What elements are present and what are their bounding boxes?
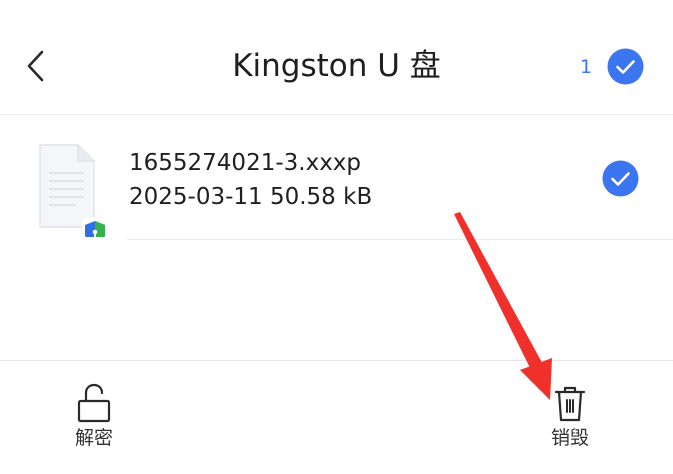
page-title: Kingston U 盘 (232, 48, 441, 84)
unlock-icon (77, 383, 111, 423)
destroy-label: 销毁 (550, 427, 589, 449)
header-bar: Kingston U 盘 1 (0, 0, 673, 115)
row-divider (127, 239, 673, 240)
file-name: 1655274021-3.xxxp (129, 150, 362, 176)
encrypted-document-icon (39, 144, 108, 237)
file-date-size: 2025-03-11 50.58 kB (129, 184, 373, 210)
decrypt-label: 解密 (74, 427, 113, 449)
file-selected-check-circle-icon[interactable] (602, 160, 639, 197)
destroy-button[interactable]: 销毁 (525, 380, 615, 460)
select-all-check-circle-icon[interactable] (607, 48, 644, 85)
trash-icon (554, 386, 586, 422)
chevron-left-icon (27, 50, 44, 82)
file-list-item[interactable]: 1655274021-3.xxxp 2025-03-11 50.58 kB (0, 115, 673, 240)
selected-count: 1 (579, 56, 593, 78)
toolbar-divider (0, 360, 673, 361)
decrypt-button[interactable]: 解密 (49, 380, 139, 460)
back-button[interactable] (18, 48, 54, 84)
